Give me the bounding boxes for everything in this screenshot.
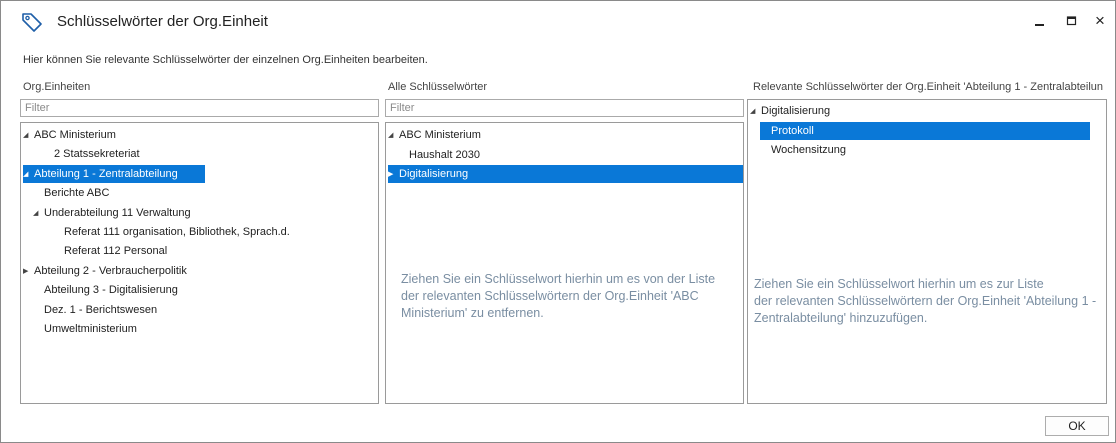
tree-node-label: Dez. 1 - Berichtswesen [44, 303, 158, 316]
ok-button[interactable]: OK [1045, 416, 1109, 436]
tree-node[interactable]: Umweltministerium [33, 320, 141, 338]
tree-node[interactable]: ◢ Digitalisierung [750, 102, 834, 120]
tree-node[interactable]: ▶ Digitalisierung [388, 165, 743, 183]
tree-node-label: Protokoll [771, 124, 814, 137]
all-keywords-tree[interactable]: Ziehen Sie ein Schlüsselwort hierhin um … [385, 122, 744, 404]
relevant-keywords-tree[interactable]: Ziehen Sie ein Schlüsselwort hierhin um … [747, 99, 1107, 404]
expanded-arrow-icon[interactable]: ◢ [33, 205, 42, 223]
tree-node-label: ABC Ministerium [34, 129, 116, 141]
tree-node[interactable]: Protokoll [760, 121, 1090, 140]
org-units-header: Org.Einheiten [23, 81, 91, 93]
tree-node[interactable]: ◢ ABC Ministerium [388, 126, 485, 144]
expanded-arrow-icon[interactable]: ◢ [23, 127, 32, 145]
window-title: Schlüsselwörter der Org.Einheit [57, 13, 268, 30]
tree-node[interactable]: ▶ Abteilung 2 - Verbraucherpolitik [23, 262, 191, 280]
tree-node-label: Umweltministerium [44, 323, 137, 335]
expanded-arrow-icon[interactable]: ◢ [23, 166, 32, 184]
org-units-tree: ◢ ABC Ministerium 2 Statssekreteriat ◢ Abtei… [20, 122, 379, 404]
tree-node-label: Haushalt 2030 [409, 148, 480, 161]
tag-icon [22, 13, 42, 32]
tree-node-label: Digitalisierung [399, 168, 469, 180]
close-icon: × [1095, 11, 1105, 30]
dialog-window: Schlüsselwörter der Org.Einheit × Hier k… [0, 0, 1116, 443]
tree-node-label: Referat 111 organisation, Bibliothek, Sp… [64, 226, 290, 238]
tree-node-label: Referat 112 Personal [64, 245, 168, 258]
remove-drop-hint: Ziehen Sie ein Schlüsselwort hierhin um … [401, 272, 716, 320]
org-units-filter-input[interactable] [20, 99, 379, 117]
tree-node[interactable]: ◢ Underabteilung 11 Verwaltung [33, 204, 195, 222]
tree-node-label: 2 Statssekreteriat [54, 148, 140, 161]
expanded-arrow-icon[interactable]: ◢ [388, 127, 397, 145]
tree-node[interactable]: Referat 111 organisation, Bibliothek, Sp… [53, 223, 294, 241]
tree-node-label: Wochensitzung [771, 144, 847, 156]
tree-node[interactable]: Berichte ABC [33, 184, 113, 202]
tree-node-label: Abteilung 1 - Zentralabteilung [34, 167, 178, 180]
tree-node[interactable]: ◢ Abteilung 1 - Zentralabteilung [23, 164, 205, 184]
tree-node[interactable]: Abteilung 3 - Digitalisierung [33, 281, 182, 299]
collapsed-arrow-icon[interactable]: ▶ [23, 263, 32, 281]
close-button[interactable]: × [1087, 9, 1113, 33]
expanded-arrow-icon[interactable]: ◢ [750, 103, 759, 121]
all-keywords-filter-input[interactable] [385, 99, 744, 117]
tree-node[interactable]: Referat 112 Personal [53, 242, 171, 260]
collapsed-arrow-icon[interactable]: ▶ [388, 166, 397, 184]
minimize-icon [1035, 24, 1044, 26]
relevant-keywords-header: Relevante Schlüsselwörter der Org.Einhei… [753, 81, 1104, 93]
all-keywords-header: Alle Schlüsselwörter [388, 81, 488, 93]
maximize-button[interactable] [1059, 9, 1085, 33]
maximize-icon [1066, 16, 1077, 26]
tree-node[interactable]: Dez. 1 - Berichtswesen [33, 301, 161, 319]
tree-node[interactable]: Wochensitzung [760, 141, 850, 159]
tree-node-label: ABC Ministerium [399, 129, 481, 141]
tree-node[interactable]: Haushalt 2030 [398, 146, 484, 164]
minimize-button[interactable] [1027, 9, 1053, 33]
tree-node[interactable]: ◢ ABC Ministerium [23, 126, 120, 144]
tree-node-label: Underabteilung 11 Verwaltung [44, 206, 191, 219]
dialog-description: Hier können Sie relevante Schlüsselwörte… [23, 54, 428, 66]
tree-node-label: Berichte ABC [44, 187, 110, 200]
add-drop-hint: Ziehen Sie ein Schlüsselwort hierhin um … [754, 277, 1097, 325]
tree-node[interactable]: 2 Statssekreteriat [43, 145, 144, 163]
title-bar[interactable]: Schlüsselwörter der Org.Einheit × [1, 1, 1115, 41]
tree-node-label: Digitalisierung [761, 105, 831, 117]
tree-node-label: Abteilung 3 - Digitalisierung [44, 284, 178, 297]
tree-node-label: Abteilung 2 - Verbraucherpolitik [34, 264, 187, 277]
